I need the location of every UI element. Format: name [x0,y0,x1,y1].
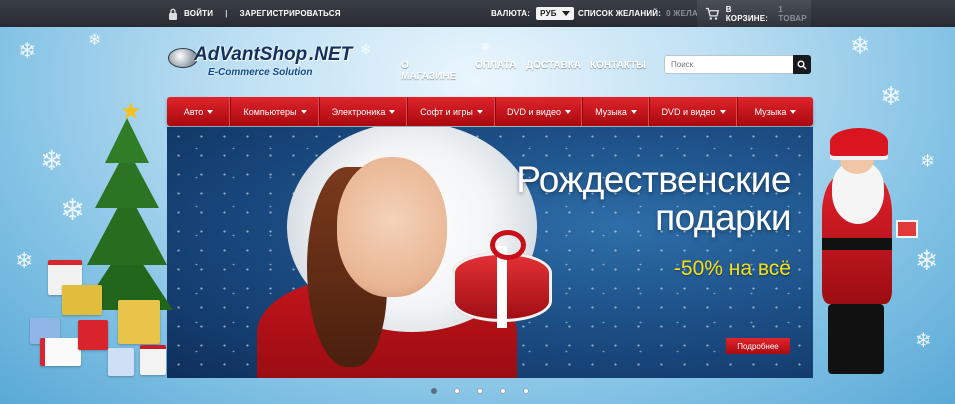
banner-discount: -50% на всё [673,257,791,280]
santa-claus-decoration [810,128,920,378]
gift-box-decoration [40,338,81,366]
snowflake-decoration: ❄ [40,145,64,176]
menu-item-label: DVD и видео [661,106,716,117]
chevron-down-icon [719,109,726,114]
chevron-down-icon [790,109,797,114]
chevron-down-icon [562,11,571,16]
currency-selector: ВАЛЮТА: РУБ [491,0,575,27]
category-menu: Авто Компьютеры Электроника Софт и игры … [167,97,813,126]
star-icon: ★ [120,98,142,125]
store-logo[interactable]: AdVantShop .NET E-Commerce Solution [168,38,352,84]
lock-icon [169,8,177,20]
register-link[interactable]: ЗАРЕГИСТРИРОВАТЬСЯ [240,9,341,18]
banner-headline-line2: подарки [655,197,791,238]
snowflake-decoration: ❄ [18,38,37,63]
banner-headline-line1: Рождественские [516,159,791,200]
cart-label: В КОРЗИНЕ: [725,4,769,23]
slider-dot-2[interactable] [454,388,460,394]
currency-value: РУБ [540,9,557,18]
menu-item-dvd-video[interactable]: DVD и видео [496,97,583,126]
menu-item-electronics[interactable]: Электроника [320,97,408,126]
cart-count: 1 ТОВАР [778,4,807,23]
menu-item-label: Музыка [595,106,627,117]
snowflake-decoration: ❄ [880,81,902,111]
snowflake-decoration: ❄ [360,41,372,57]
chevron-down-icon [300,109,307,114]
wishlist-label: СПИСОК ЖЕЛАНИЙ: [578,9,662,18]
snowflake-decoration: ❄ [480,40,491,54]
menu-item-label: Авто [183,106,204,117]
snowflake-decoration: ❄ [850,33,871,60]
chevron-down-icon [565,109,572,114]
chevron-down-icon [389,109,396,114]
menu-item-music[interactable]: Музыка [583,97,650,126]
gift-box-decoration [896,220,918,238]
menu-item-software-games[interactable]: Софт и игры [408,97,496,126]
logo-tagline: E-Commerce Solution [208,67,313,78]
menu-item-computers[interactable]: Компьютеры [231,97,320,126]
menu-item-label: Компьютеры [243,106,297,117]
gift-box-illustration [452,230,552,328]
gift-box-decoration [108,348,134,376]
logo-text: AdVantShop .NET [194,44,352,66]
search-box [664,55,811,74]
chevron-down-icon [476,109,483,114]
more-button[interactable]: Подробнее [726,338,790,354]
menu-item-label: Софт и игры [420,106,473,117]
promo-banner[interactable]: Рождественские подарки -50% на всё Подро… [167,127,813,378]
search-icon [797,60,807,70]
cart-summary[interactable]: В КОРЗИНЕ: 1 ТОВАР [697,0,811,27]
currency-label: ВАЛЮТА: [491,9,531,18]
search-button[interactable] [793,55,811,74]
menu-item-auto[interactable]: Авто [167,97,231,126]
banner-model-face [337,157,447,297]
wishlist[interactable]: СПИСОК ЖЕЛАНИЙ: 0 ЖЕЛАНИЙ [578,0,716,27]
account-links: ВОЙТИ | ЗАРЕГИСТРИРОВАТЬСЯ [168,0,341,27]
gift-box-decoration [62,285,102,315]
logo-brand: AdVantShop [194,44,308,65]
gift-box-decoration [140,345,166,375]
divider: | [225,9,228,18]
menu-item-label: Электроника [331,106,386,117]
nav-about[interactable]: О МАГАЗИНЕ [401,60,456,82]
banner-headline: Рождественские подарки [516,161,791,237]
gift-box-decoration [118,300,160,344]
slider-dot-5[interactable] [523,388,529,394]
logo-brand-suffix: .NET [308,44,353,65]
nav-payment[interactable]: ОПЛАТА [475,60,516,71]
currency-select[interactable]: РУБ [536,7,575,20]
slider-dot-4[interactable] [500,388,506,394]
snowflake-decoration: ❄ [88,32,102,49]
gift-box-decoration [78,320,108,350]
menu-item-label: Музыка [754,106,787,117]
nav-delivery[interactable]: ДОСТАВКА [526,60,581,71]
slider-dot-3[interactable] [477,388,483,394]
login-link[interactable]: ВОЙТИ [184,9,213,18]
menu-item-music-2[interactable]: Музыка [738,97,813,126]
chevron-down-icon [207,109,214,114]
slider-dot-1[interactable] [431,388,437,394]
menu-item-dvd-video-2[interactable]: DVD и видео [650,97,738,126]
snowflake-decoration: ❄ [15,248,34,273]
menu-item-label: DVD и видео [506,106,562,117]
nav-contacts[interactable]: КОНТАКТЫ [590,60,646,71]
chevron-down-icon [630,109,637,114]
top-bar: ВОЙТИ | ЗАРЕГИСТРИРОВАТЬСЯ ВАЛЮТА: РУБ С… [0,0,955,27]
snowflake-decoration: ❄ [920,151,936,171]
slider-pagination [431,388,529,394]
search-input[interactable] [664,55,794,74]
cart-icon [705,7,720,20]
